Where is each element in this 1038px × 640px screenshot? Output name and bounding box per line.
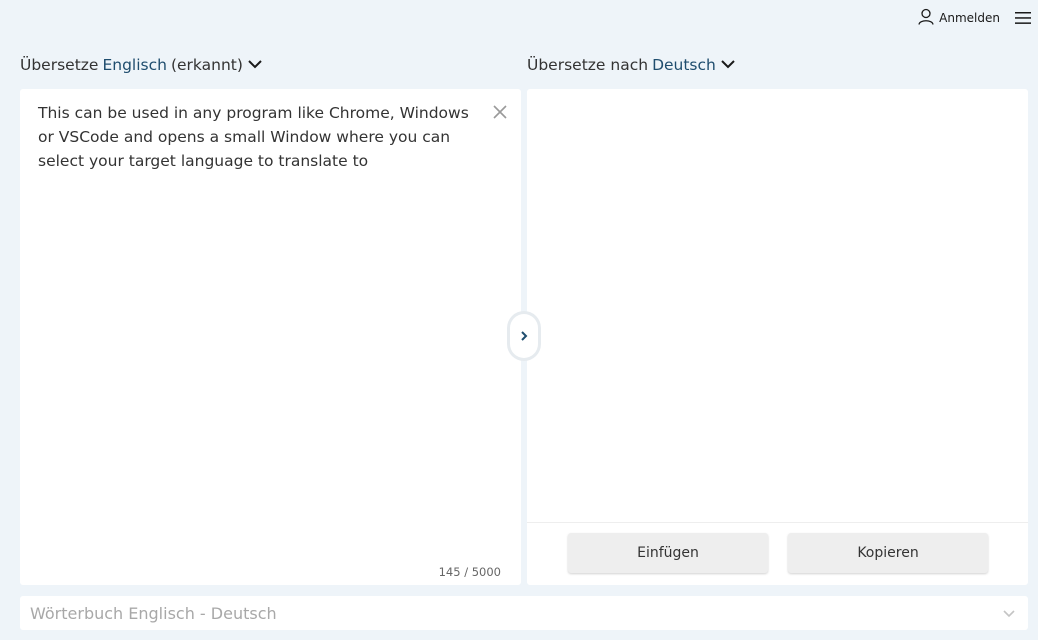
chevron-down-icon bbox=[247, 56, 263, 74]
paste-button[interactable]: Einfügen bbox=[568, 533, 768, 573]
source-language-detected: (erkannt) bbox=[170, 56, 243, 74]
top-bar: Anmelden bbox=[918, 0, 1038, 36]
chevron-down-icon bbox=[720, 56, 736, 74]
target-text-panel: Einfügen Kopieren bbox=[527, 89, 1028, 585]
hamburger-menu-icon[interactable] bbox=[1014, 11, 1032, 25]
chevron-down-icon bbox=[1002, 605, 1016, 624]
source-text-panel: This can be used in any program like Chr… bbox=[20, 89, 521, 585]
target-actions: Einfügen Kopieren bbox=[527, 522, 1028, 585]
source-language-prefix: Übersetze bbox=[20, 56, 99, 74]
login-label: Anmelden bbox=[939, 11, 1000, 25]
dictionary-toggle[interactable]: Wörterbuch Englisch - Deutsch bbox=[20, 596, 1028, 630]
target-language-selector[interactable]: Übersetze nach Deutsch bbox=[527, 56, 736, 74]
source-language-selector[interactable]: Übersetze Englisch (erkannt) bbox=[20, 56, 263, 74]
dictionary-label: Wörterbuch Englisch - Deutsch bbox=[30, 603, 277, 623]
source-text-input[interactable]: This can be used in any program like Chr… bbox=[38, 101, 483, 173]
close-icon[interactable] bbox=[491, 103, 509, 121]
login-button[interactable]: Anmelden bbox=[918, 8, 1000, 28]
user-icon bbox=[918, 8, 934, 28]
target-language-name: Deutsch bbox=[652, 56, 716, 74]
copy-button[interactable]: Kopieren bbox=[788, 533, 988, 573]
swap-languages-button[interactable] bbox=[510, 314, 538, 358]
source-language-name: Englisch bbox=[102, 56, 167, 74]
character-count: 145 / 5000 bbox=[438, 565, 501, 579]
target-language-prefix: Übersetze nach bbox=[527, 56, 649, 74]
chevron-right-icon bbox=[519, 327, 529, 346]
